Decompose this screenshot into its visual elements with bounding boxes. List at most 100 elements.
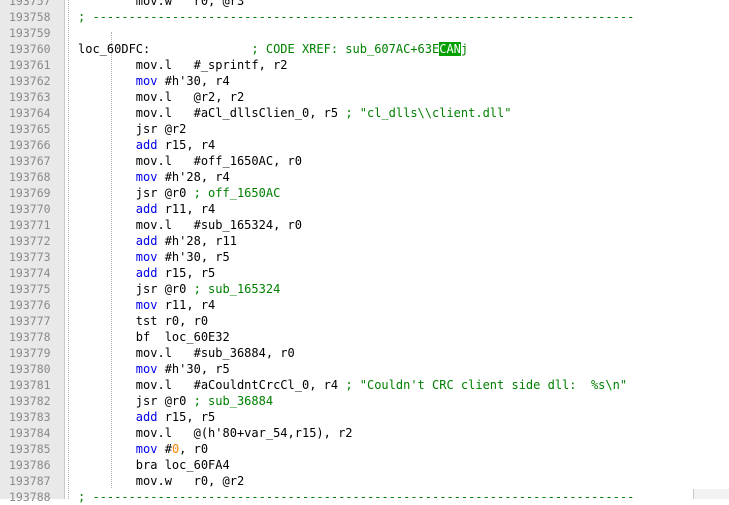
code-token: #h'30, r4: [157, 74, 230, 88]
code-line[interactable]: 193785 mov #0, r0: [0, 441, 729, 457]
code-line[interactable]: 193760 loc_60DFC: ; CODE XREF: sub_607AC+…: [0, 41, 729, 57]
code-text: mov.l @(h'80+var_54,r15), r2: [78, 425, 353, 441]
code-line[interactable]: 193781 mov.l #aCouldntCrcCl_0, r4 ; "Cou…: [0, 377, 729, 393]
line-number: 193761: [9, 58, 51, 72]
code-text: mov r11, r4: [78, 297, 215, 313]
code-line[interactable]: 193769 jsr @r0 ; off_1650AC: [0, 185, 729, 201]
code-text: jsr @r0 ; sub_36884: [78, 393, 273, 409]
code-text: mov.l #_sprintf, r2: [78, 57, 288, 73]
line-number: 193771: [9, 218, 51, 232]
code-text: add r15, r5: [78, 409, 215, 425]
line-number: 193766: [9, 138, 51, 152]
code-token: r15, r4: [157, 138, 216, 152]
code-editor[interactable]: 193757 mov.w r0, @r3 193758; ------------…: [0, 0, 729, 504]
line-number: 193788: [9, 490, 51, 504]
code-token: mov.l #sub_36884, r0: [78, 346, 295, 360]
code-line[interactable]: 193773 mov #h'30, r5: [0, 249, 729, 265]
code-line[interactable]: 193774 add r15, r5: [0, 265, 729, 281]
line-number: 193778: [9, 330, 51, 344]
code-line[interactable]: 193764 mov.l #aCl_dllsClien_0, r5 ; "cl_…: [0, 105, 729, 121]
code-line[interactable]: 193788 ; --------------------------------…: [0, 489, 729, 505]
code-line[interactable]: 193775 jsr @r0 ; sub_165324: [0, 281, 729, 297]
code-line[interactable]: 193776 mov r11, r4: [0, 297, 729, 313]
line-number: 193777: [9, 314, 51, 328]
code-comment: ; sub_165324: [193, 282, 281, 296]
code-line[interactable]: 193786 bra loc_60FA4: [0, 457, 729, 473]
code-comment: ; off_1650AC: [193, 186, 281, 200]
code-token: #h'28, r11: [157, 234, 237, 248]
code-line[interactable]: 193772 add #h'28, r11: [0, 233, 729, 249]
code-line[interactable]: 193771 mov.l #sub_165324, r0: [0, 217, 729, 233]
code-line[interactable]: 193766 add r15, r4: [0, 137, 729, 153]
code-token: ; --------------------------------------…: [78, 10, 635, 24]
code-text: mov.l #off_1650AC, r0: [78, 153, 302, 169]
code-line[interactable]: 193762 mov #h'30, r4: [0, 73, 729, 89]
line-number: 193775: [9, 282, 51, 296]
code-text: jsr @r2: [78, 121, 187, 137]
code-token: mov.l @(h'80+var_54,r15), r2: [78, 426, 353, 440]
code-line[interactable]: 193758 ; --------------------------------…: [0, 9, 729, 25]
code-text: add r15, r4: [78, 137, 215, 153]
line-number: 193783: [9, 410, 51, 424]
code-keyword: add: [135, 138, 158, 152]
line-number: 193763: [9, 90, 51, 104]
code-line[interactable]: 193787 mov.w r0, @r2: [0, 473, 729, 489]
code-line[interactable]: 193763 mov.l @r2, r2: [0, 89, 729, 105]
line-number: 193768: [9, 170, 51, 184]
code-text: mov #h'28, r4: [78, 169, 230, 185]
code-line[interactable]: 193761 mov.l #_sprintf, r2: [0, 57, 729, 73]
code-token: mov.l #sub_165324, r0: [78, 218, 302, 232]
code-token: mov.w r0, @r3: [78, 0, 245, 8]
line-number: 193773: [9, 250, 51, 264]
code-line[interactable]: 193768 mov #h'28, r4: [0, 169, 729, 185]
code-text: loc_60DFC: ; CODE XREF: sub_607AC+63ECAN…: [78, 41, 468, 57]
code-keyword: mov: [135, 298, 158, 312]
code-token: mov.l @r2, r2: [78, 90, 245, 104]
code-token: tst r0, r0: [78, 314, 209, 328]
code-token: #: [157, 442, 172, 456]
code-line[interactable]: 193765 jsr @r2: [0, 121, 729, 137]
code-token: r11, r4: [157, 298, 216, 312]
line-number: 193767: [9, 154, 51, 168]
code-comment: j: [460, 42, 469, 56]
code-keyword: mov: [135, 74, 158, 88]
code-token: jsr @r0: [78, 282, 194, 296]
line-number: 193786: [9, 458, 51, 472]
code-token: mov.l #_sprintf, r2: [78, 58, 288, 72]
code-line[interactable]: 193777 tst r0, r0: [0, 313, 729, 329]
code-text: mov #h'30, r5: [78, 249, 230, 265]
code-line[interactable]: 193759: [0, 25, 729, 41]
code-line[interactable]: 193779 mov.l #sub_36884, r0: [0, 345, 729, 361]
line-number: 193780: [9, 362, 51, 376]
code-line[interactable]: 193780 mov #h'30, r5: [0, 361, 729, 377]
code-text: mov.w r0, @r2: [78, 473, 244, 489]
code-line[interactable]: 193782 jsr @r0 ; sub_36884: [0, 393, 729, 409]
line-number: 193787: [9, 474, 51, 488]
search-highlight: CAN: [439, 42, 461, 56]
code-line[interactable]: 193778 bf loc_60E32: [0, 329, 729, 345]
code-token: mov.l #aCl_dllsClien_0, r5: [78, 106, 346, 120]
line-number: 193759: [9, 26, 51, 40]
code-text: mov #0, r0: [78, 441, 208, 457]
code-line[interactable]: 193784 mov.l @(h'80+var_54,r15), r2: [0, 425, 729, 441]
code-line[interactable]: 193757 mov.w r0, @r3: [0, 0, 729, 9]
code-comment: ; sub_36884: [193, 394, 274, 408]
code-token: #h'30, r5: [157, 250, 230, 264]
line-number: 193772: [9, 234, 51, 248]
code-text: mov.l #aCl_dllsClien_0, r5 ; "cl_dlls\\c…: [78, 105, 512, 121]
code-text: mov.l #sub_36884, r0: [78, 345, 295, 361]
code-token: mov.l #aCouldntCrcCl_0, r4: [78, 378, 346, 392]
code-text: jsr @r0 ; sub_165324: [78, 281, 281, 297]
code-line[interactable]: 193770 add r11, r4: [0, 201, 729, 217]
code-line[interactable]: 193783 add r15, r5: [0, 409, 729, 425]
code-line[interactable]: 193767 mov.l #off_1650AC, r0: [0, 153, 729, 169]
line-number: 193782: [9, 394, 51, 408]
scrollbar-corner[interactable]: [693, 489, 729, 499]
